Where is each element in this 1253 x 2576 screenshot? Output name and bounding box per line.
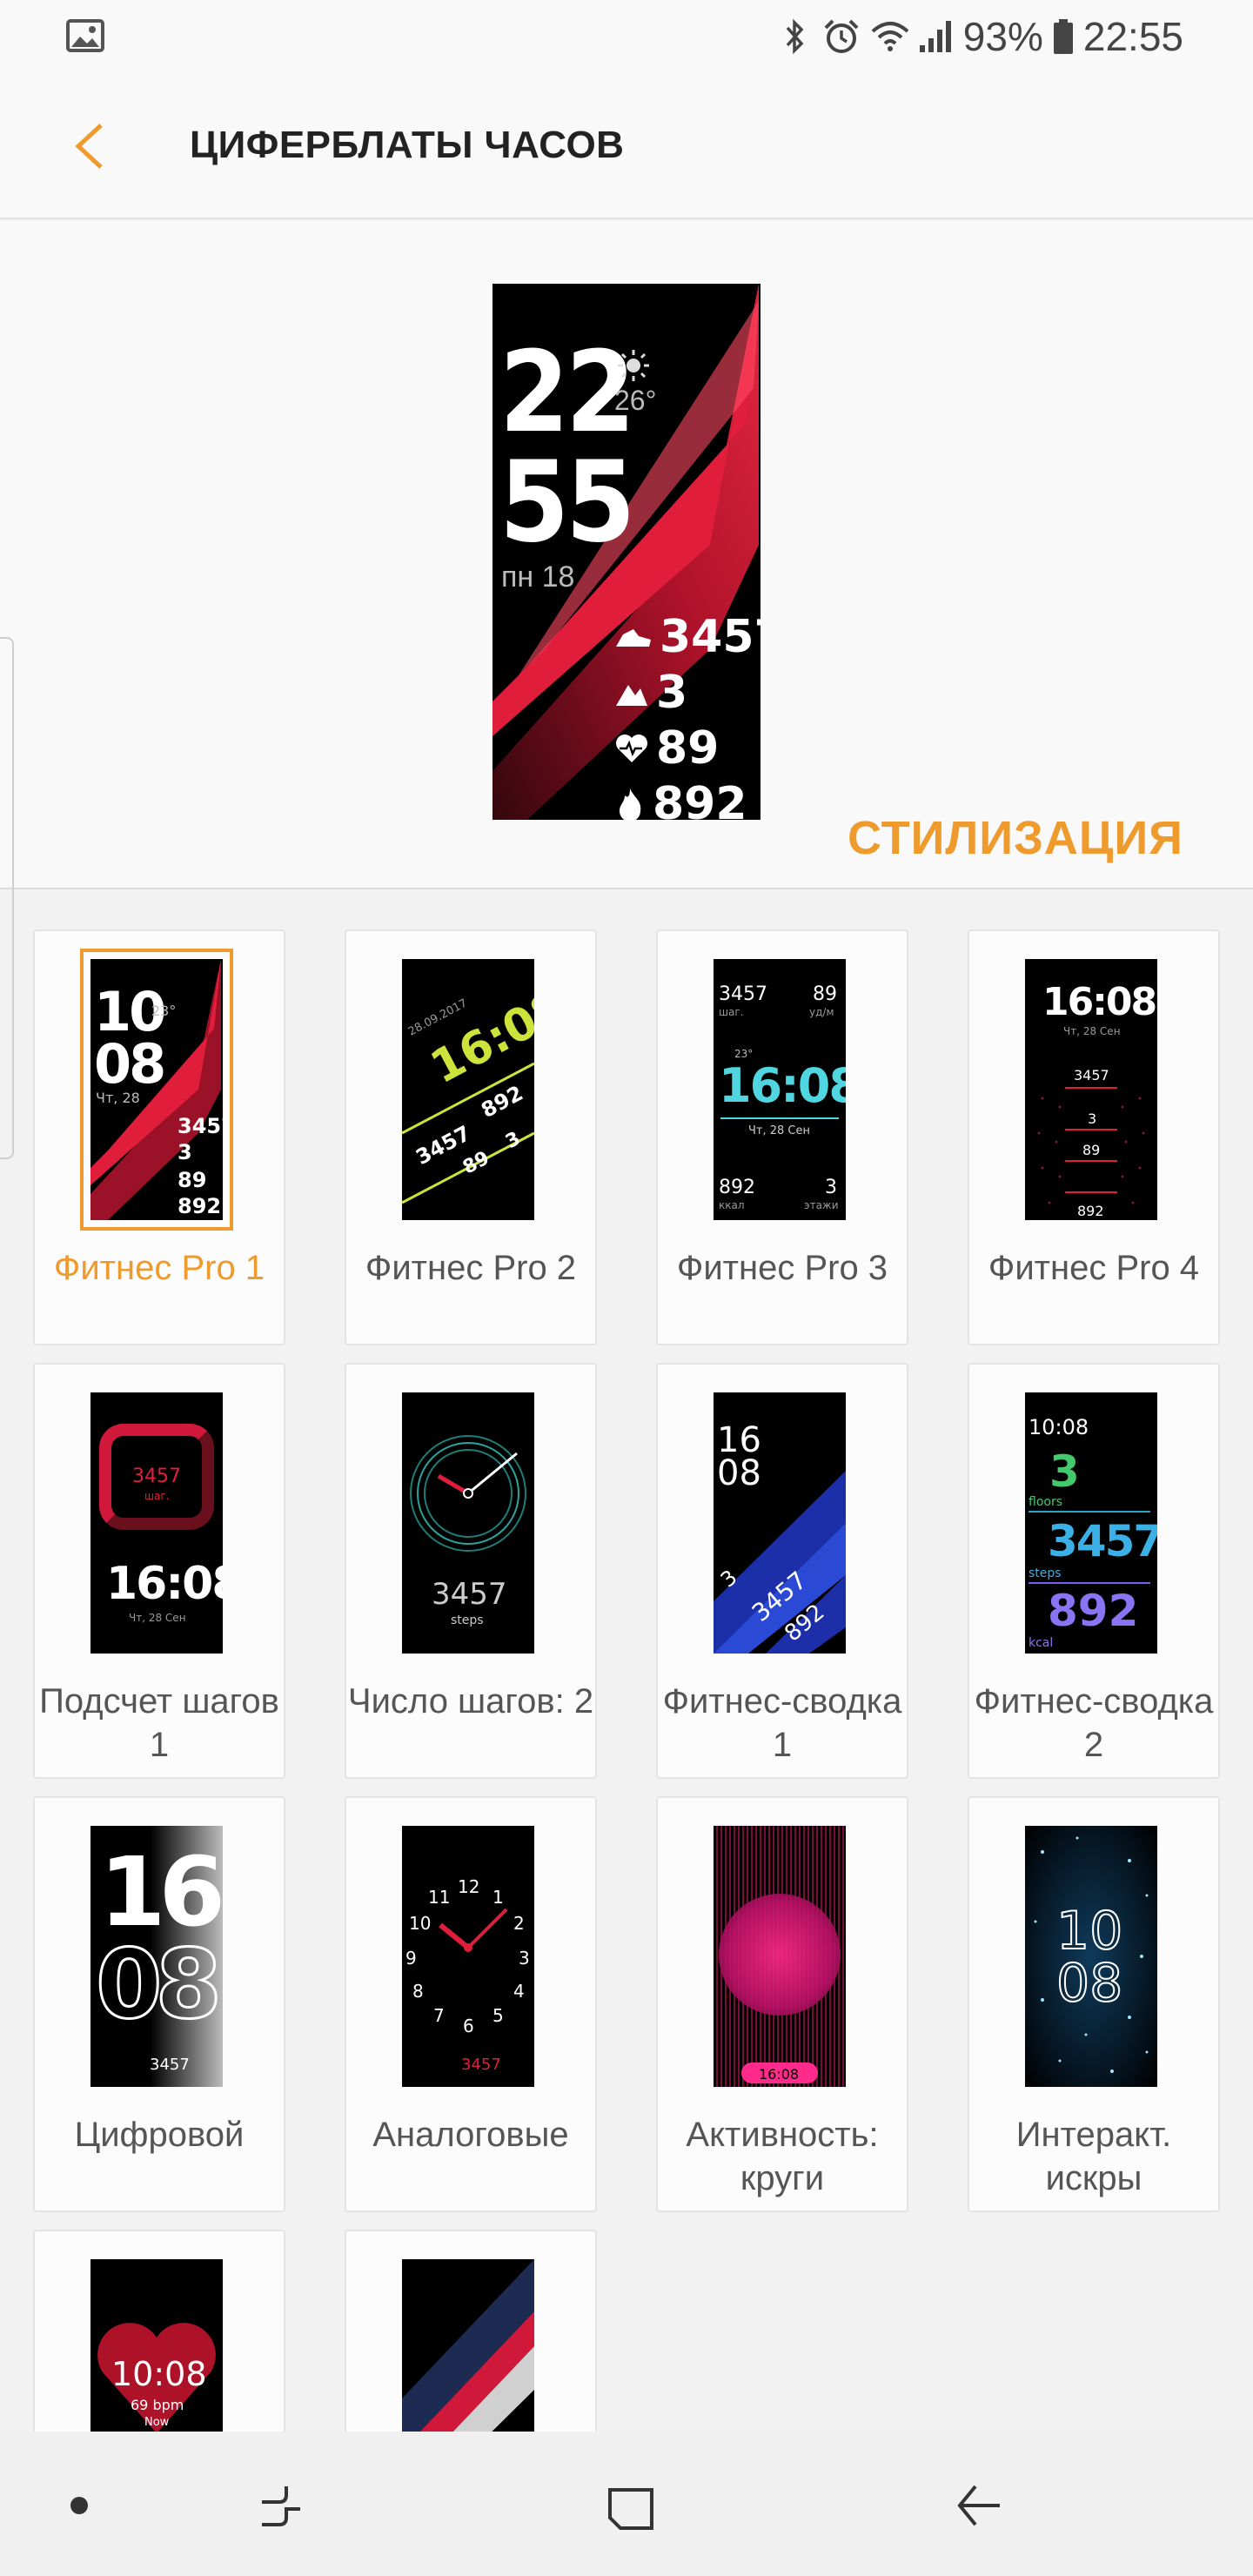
preview-temperature: 26° xyxy=(614,385,657,416)
back-icon xyxy=(957,2485,1000,2526)
face-thumbnail: 16:08 Чт, 28 Сен 3457 3 89 892 xyxy=(1025,959,1157,1220)
face-label: Аналоговые xyxy=(372,2116,569,2154)
heart-icon xyxy=(616,735,647,762)
back-arrow-icon xyxy=(75,124,103,169)
watch-face-tile[interactable]: 16:08 Активность: круги xyxy=(656,1796,908,2212)
face-label: Цифровой xyxy=(74,2116,245,2154)
face-thumbnail: 10 08 23° Чт, 28 3457 3 89 892 xyxy=(80,949,233,1231)
nav-recents-button[interactable] xyxy=(242,2466,320,2545)
preview-heart-rate: 89 xyxy=(614,722,719,775)
page-title: ЦИФЕРБЛАТЫ ЧАСОВ xyxy=(190,124,625,166)
status-bar: 93% 22:55 xyxy=(0,0,1253,73)
watch-face-tile[interactable]: 16 08 3457 Цифровой xyxy=(33,1796,285,2212)
system-nav-bar xyxy=(0,2432,1253,2576)
face-label: Подсчет шагов 1 xyxy=(39,1682,279,1764)
face-label: Активность: круги xyxy=(686,2116,879,2197)
face-thumbnail: 28.09.2017 16:08 892 3457 89 3 xyxy=(402,959,534,1220)
image-icon xyxy=(66,19,104,52)
watch-face-tile[interactable]: 3457 steps Число шагов: 2 xyxy=(345,1363,597,1779)
preview-floors: 3 xyxy=(614,667,687,719)
face-label: Фитнес-сводка 1 xyxy=(662,1682,902,1764)
watch-face-tile[interactable]: 10 08 Интеракт. искры xyxy=(968,1796,1220,2212)
watch-face-tile[interactable]: 16:08 Чт, 28 Сен 3457 3 89 892 Фитнес Pr… xyxy=(968,929,1220,1345)
face-thumbnail: 10:08 3 floors 3457 steps 892 kcal xyxy=(1025,1392,1157,1654)
watch-face-tile[interactable]: 10 08 23° Чт, 28 3457 3 89 892 Фитнес Pr… xyxy=(33,929,285,1345)
preview-area: 22 55 26° пн 18 3457 3 89 892 СТИЛИЗАЦИЯ xyxy=(0,221,1253,889)
preview-hour: 22 xyxy=(499,328,635,458)
face-thumbnail: 3457 шаг. 16:08 Чт, 28 Сен xyxy=(90,1392,223,1654)
preview-calories: 892 xyxy=(614,778,747,820)
watch-face-tile[interactable]: 12 1 2 3 4 5 6 7 8 9 10 11 3457 Аналогов… xyxy=(345,1796,597,2212)
face-label: Фитнес Pro 3 xyxy=(676,1249,888,1287)
face-thumbnail: 12 1 2 3 4 5 6 7 8 9 10 11 3457 xyxy=(402,1826,534,2087)
watch-face-tile[interactable]: 3457 шаг. 89 уд/м 23° 16:08 Чт, 28 Сен 8… xyxy=(656,929,908,1345)
battery-percent: 93% xyxy=(962,14,1043,59)
recents-icon xyxy=(262,2486,300,2526)
dot-icon xyxy=(70,2497,88,2514)
face-label: Фитнес Pro 4 xyxy=(988,1249,1200,1287)
stylize-button[interactable]: СТИЛИЗАЦИЯ xyxy=(848,811,1183,865)
face-thumbnail: 16:08 xyxy=(714,1826,846,2087)
nav-back-button[interactable] xyxy=(940,2466,1018,2545)
nav-dot-button[interactable] xyxy=(40,2466,118,2545)
preview-minute: 55 xyxy=(499,438,635,567)
flame-icon xyxy=(620,788,641,820)
face-label: Фитнес Pro 2 xyxy=(365,1249,577,1287)
face-label: Интеракт. искры xyxy=(1015,2116,1172,2197)
sun-icon xyxy=(618,350,649,381)
battery-icon xyxy=(1052,17,1075,56)
face-thumbnail: 16 08 3 3457 892 xyxy=(714,1392,846,1654)
face-label: Фитнес Pro 1 xyxy=(53,1249,265,1287)
watch-face-tile[interactable]: 16 08 3 3457 892 Фитнес-сводка 1 xyxy=(656,1363,908,1779)
app-bar: ЦИФЕРБЛАТЫ ЧАСОВ xyxy=(0,73,1253,219)
preview-date: пн 18 xyxy=(501,560,575,594)
face-label: Число шагов: 2 xyxy=(347,1682,594,1721)
watch-face-tile[interactable]: 3457 шаг. 16:08 Чт, 28 Сен Подсчет шагов… xyxy=(33,1363,285,1779)
edge-panel-handle[interactable] xyxy=(0,637,14,1159)
face-thumbnail: 3457 шаг. 89 уд/м 23° 16:08 Чт, 28 Сен 8… xyxy=(714,959,846,1220)
alarm-icon xyxy=(822,17,861,56)
watch-face-preview[interactable]: 22 55 26° пн 18 3457 3 89 892 xyxy=(492,284,761,820)
wifi-icon xyxy=(869,17,909,56)
watch-face-tile[interactable]: 10:08 3 floors 3457 steps 892 kcal Фитне… xyxy=(968,1363,1220,1779)
floors-icon xyxy=(616,685,647,706)
clock: 22:55 xyxy=(1082,14,1183,59)
bluetooth-icon xyxy=(775,17,814,56)
status-icons: 93% 22:55 xyxy=(775,9,1183,64)
face-label: Фитнес-сводка 2 xyxy=(974,1682,1214,1764)
signal-icon xyxy=(916,17,955,56)
home-icon xyxy=(608,2488,653,2530)
face-thumbnail: 3457 steps xyxy=(402,1392,534,1654)
preview-steps: 3457 xyxy=(614,611,761,663)
face-thumbnail: 10 08 xyxy=(1025,1826,1157,2087)
back-button[interactable] xyxy=(52,110,125,183)
watch-face-tile[interactable]: 28.09.2017 16:08 892 3457 89 3 Фитнес Pr… xyxy=(345,929,597,1345)
shoe-icon xyxy=(616,629,651,647)
nav-home-button[interactable] xyxy=(592,2466,670,2545)
face-thumbnail: 16 08 3457 xyxy=(90,1826,223,2087)
